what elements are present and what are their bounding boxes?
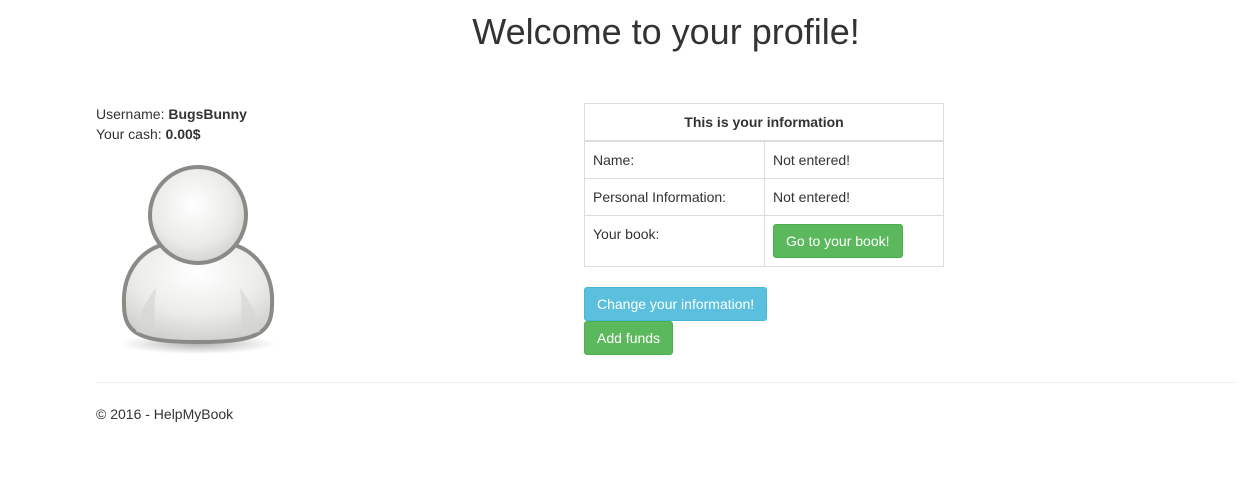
username-value: BugsBunny <box>168 106 247 122</box>
name-value: Not entered! <box>764 140 944 179</box>
footer-copyright: © 2016 - HelpMyBook <box>96 406 234 422</box>
name-label: Name: <box>584 140 765 179</box>
cash-value: 0.00$ <box>165 126 201 142</box>
username-label: Username: <box>96 106 165 122</box>
cash-line: Your cash: 0.00$ <box>96 124 496 144</box>
table-row: Personal Information: Not entered! <box>584 178 944 216</box>
user-silhouette-icon <box>114 160 284 360</box>
table-row: Your book: Go to your book! <box>584 215 944 267</box>
personal-information-label: Personal Information: <box>584 178 765 216</box>
page-title: Welcome to your profile! <box>472 11 860 52</box>
personal-information-value: Not entered! <box>764 178 944 216</box>
username-line: Username: BugsBunny <box>96 104 496 124</box>
your-book-label: Your book: <box>584 215 765 267</box>
your-book-cell: Go to your book! <box>764 215 944 267</box>
add-funds-button[interactable]: Add funds <box>584 321 674 355</box>
cash-label: Your cash: <box>96 126 162 142</box>
go-to-your-book-button[interactable]: Go to your book! <box>773 224 903 258</box>
table-row: Name: Not entered! <box>584 140 944 179</box>
change-information-button[interactable]: Change your information! <box>584 287 768 321</box>
user-summary: Username: BugsBunny Your cash: 0.00$ <box>96 104 496 144</box>
information-table: This is your information Name: Not enter… <box>584 103 944 267</box>
information-table-header: This is your information <box>584 103 944 142</box>
profile-actions: Change your information! Add funds <box>584 287 944 355</box>
footer-divider <box>96 382 1236 383</box>
information-panel: This is your information Name: Not enter… <box>584 103 944 355</box>
